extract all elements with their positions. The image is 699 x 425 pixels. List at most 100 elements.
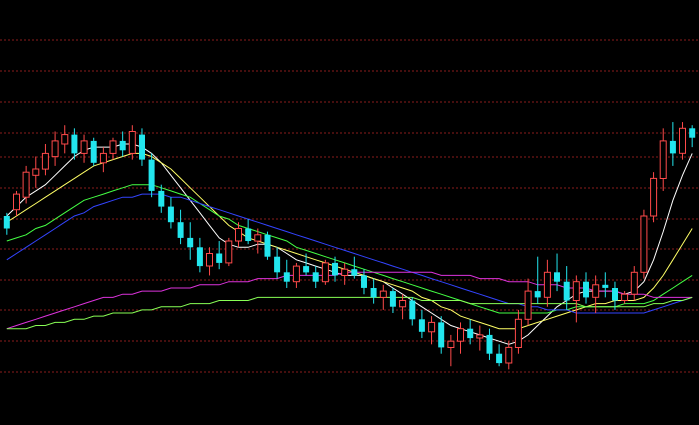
candle-body: [274, 256, 281, 273]
candle-body: [148, 159, 155, 191]
candle: [41, 143, 49, 176]
candle-body: [438, 322, 445, 348]
candle: [621, 291, 629, 304]
candle: [630, 266, 638, 301]
candle-body: [61, 134, 69, 145]
candle-body: [292, 265, 300, 283]
candle-body: [264, 234, 271, 257]
candle-body: [90, 140, 97, 163]
candle-body: [486, 334, 493, 354]
candle-body: [543, 271, 551, 298]
candle-body: [602, 284, 609, 288]
candle-body: [119, 140, 126, 151]
candle: [225, 237, 233, 267]
candle: [274, 247, 281, 279]
candle-body: [99, 152, 107, 164]
candle: [22, 165, 30, 204]
candle-body: [476, 334, 484, 339]
candle: [99, 147, 107, 173]
candle: [51, 131, 59, 166]
candle: [245, 219, 252, 245]
candle: [341, 262, 349, 285]
candle-body: [554, 272, 560, 282]
candle-body: [196, 247, 203, 267]
candle: [80, 134, 88, 163]
candle-body: [71, 134, 78, 154]
candle-body: [679, 127, 686, 154]
candle: [119, 131, 126, 157]
candle-body: [409, 300, 416, 320]
candle-body: [659, 140, 667, 179]
candle-body: [109, 140, 117, 154]
candle: [264, 231, 271, 260]
candle-body: [496, 353, 503, 364]
candle-body: [41, 152, 49, 170]
candle-body: [303, 266, 310, 273]
candle-body: [612, 288, 618, 301]
candle: [640, 209, 648, 279]
candle: [109, 137, 117, 160]
candle: [321, 259, 329, 285]
moving-average-line: [6, 271, 693, 330]
candle: [409, 297, 416, 326]
candle: [61, 125, 69, 154]
candle-body: [505, 346, 513, 364]
candle: [669, 122, 676, 166]
candle-body: [514, 318, 522, 348]
candle-body: [167, 206, 174, 223]
candle-body: [245, 228, 252, 241]
candle: [486, 328, 493, 360]
candle-body: [428, 321, 436, 333]
candle: [514, 309, 522, 354]
candle-body: [351, 269, 358, 276]
candle: [379, 284, 387, 310]
candle: [389, 287, 396, 314]
candle: [283, 259, 290, 288]
candle: [476, 325, 484, 351]
candle-body: [534, 291, 541, 298]
candle-body: [206, 253, 213, 267]
candle-body: [3, 216, 10, 229]
candle-body: [235, 228, 242, 242]
candle: [32, 156, 40, 188]
candle-body: [254, 234, 262, 242]
moving-average-line: [6, 152, 693, 330]
candle-body: [341, 268, 349, 277]
candle-body: [187, 237, 194, 248]
candle: [438, 316, 445, 354]
candle-body: [399, 300, 407, 308]
candle: [602, 272, 609, 298]
candle-body: [457, 328, 464, 342]
candle: [543, 259, 551, 307]
candle-body: [361, 275, 367, 288]
candle-body: [216, 253, 223, 263]
grid-layer: [0, 39, 699, 373]
candle-layer: [3, 122, 696, 370]
candle: [312, 266, 319, 288]
candle-body: [332, 262, 338, 276]
candlestick-chart: [0, 39, 699, 373]
candle: [524, 278, 532, 326]
candle: [187, 222, 194, 260]
candle: [496, 344, 503, 367]
candle-body: [563, 281, 570, 301]
candle: [148, 153, 155, 198]
candle: [303, 253, 310, 276]
candle: [592, 275, 600, 314]
candle: [457, 322, 464, 354]
candle: [505, 341, 513, 370]
candle: [167, 197, 174, 229]
candle-body: [689, 128, 696, 138]
candle: [292, 262, 300, 288]
candle-body: [225, 240, 233, 264]
candle-body: [13, 193, 20, 211]
candle-body: [312, 272, 319, 282]
candle: [13, 190, 20, 216]
candle-body: [370, 288, 377, 298]
candle-body: [418, 319, 425, 332]
candle: [177, 209, 184, 245]
candle-body: [467, 328, 474, 339]
candle-body: [158, 190, 165, 207]
candle-body: [389, 291, 396, 307]
candle-body: [583, 281, 589, 298]
